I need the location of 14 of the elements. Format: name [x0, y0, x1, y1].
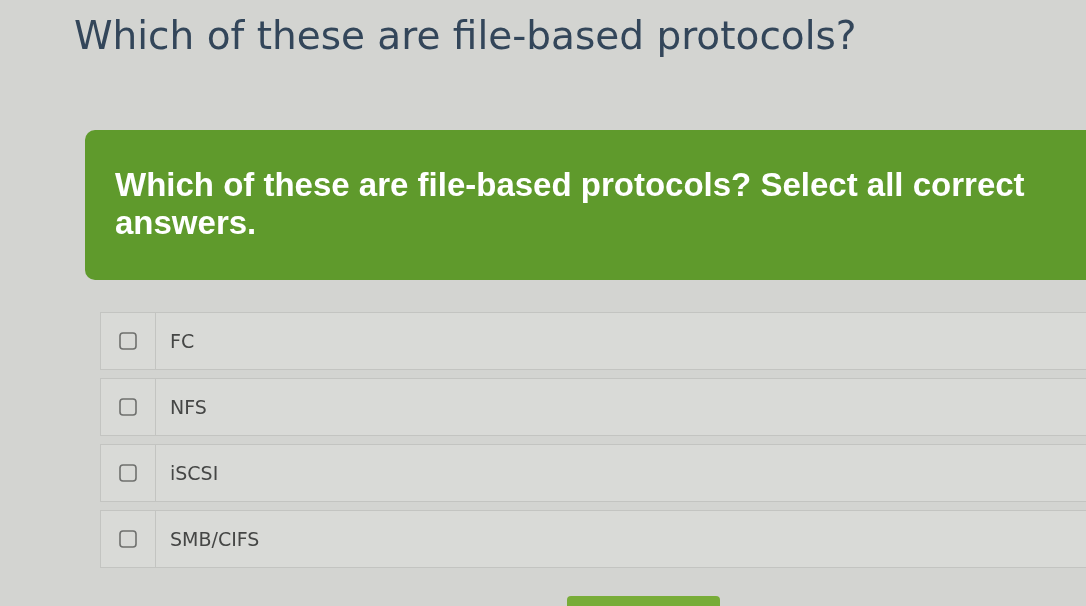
question-prompt: Which of these are file-based protocols? Select all correct answers. — [115, 166, 1026, 242]
checkbox-icon[interactable] — [119, 464, 137, 482]
answer-option[interactable]: SMB/CIFS — [100, 510, 1086, 568]
checkbox-icon[interactable] — [119, 332, 137, 350]
answer-option[interactable]: NFS — [100, 378, 1086, 436]
option-label: NFS — [170, 396, 207, 418]
checkbox-icon[interactable] — [119, 398, 137, 416]
checkbox-icon[interactable] — [119, 530, 137, 548]
option-label: FC — [170, 330, 195, 352]
page-title: Which of these are file-based protocols? — [73, 12, 858, 60]
answer-option[interactable]: iSCSI — [100, 444, 1086, 502]
option-label: SMB/CIFS — [170, 528, 260, 550]
option-label: iSCSI — [170, 462, 219, 484]
answer-option[interactable]: FC — [100, 312, 1086, 370]
